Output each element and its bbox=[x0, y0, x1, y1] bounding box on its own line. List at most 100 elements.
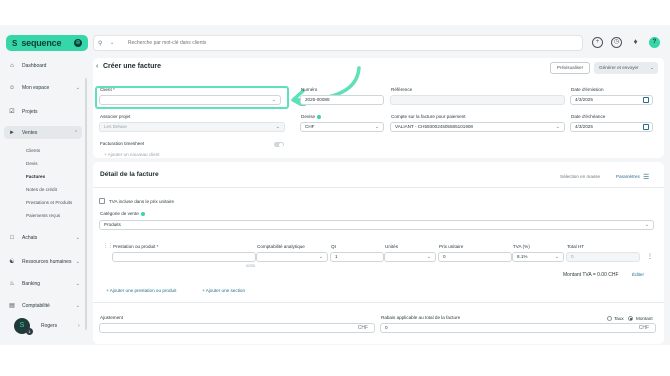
chevron-down-icon: ⌄ bbox=[426, 254, 431, 260]
preview-button[interactable]: Prévisualiser bbox=[550, 62, 590, 74]
char-counter: 0/255 bbox=[246, 264, 255, 268]
qty-input[interactable]: 1 bbox=[330, 252, 384, 262]
vat-value: 8.1% bbox=[517, 254, 528, 259]
sidebar-subitem-paiements[interactable]: Paiements reçus bbox=[26, 213, 60, 218]
sidebar-item-ventes[interactable]: ► Ventes ⌃ bbox=[4, 126, 82, 139]
unit-price-input[interactable]: 0 bbox=[438, 252, 512, 262]
info-icon[interactable] bbox=[140, 211, 145, 216]
sidebar-subitem-prestations[interactable]: Prestations et Produits bbox=[26, 200, 72, 205]
sidebar-item-achats[interactable]: □ Achats ⌄ bbox=[8, 235, 80, 241]
notification-badge: 1 bbox=[26, 328, 33, 335]
sequence-logo-icon: S bbox=[12, 38, 18, 48]
plus-circle-icon[interactable]: ⊕ bbox=[74, 39, 82, 47]
sidebar-subitem-factures[interactable]: Factures bbox=[26, 174, 45, 179]
sidebar-scrollbar[interactable] bbox=[85, 78, 87, 330]
calendar-icon[interactable] bbox=[643, 124, 649, 130]
add-line-link[interactable]: + Ajouter une prestation ou produit bbox=[106, 288, 176, 293]
units-select[interactable]: ⌄ bbox=[384, 252, 436, 262]
sidebar-item-mon-espace[interactable]: ☺ Mon espace ⌄ bbox=[8, 85, 80, 91]
sidebar-item-banking[interactable]: ♨ Banking ⌄ bbox=[8, 280, 80, 288]
info-icon[interactable] bbox=[317, 114, 322, 119]
brand-logo[interactable]: S sequence ⊕ bbox=[6, 35, 88, 51]
chevron-right-icon: › bbox=[78, 323, 80, 329]
associated-project-select[interactable]: Les Deluxe ⌄ bbox=[99, 122, 285, 132]
generate-send-label: Générer et envoyer bbox=[599, 65, 639, 70]
amount-option-label: Montant bbox=[636, 316, 653, 321]
amount-radio[interactable] bbox=[628, 316, 633, 321]
chevron-down-icon: ⌄ bbox=[555, 124, 560, 130]
search-input[interactable] bbox=[128, 40, 528, 46]
clock-icon[interactable]: ◷ bbox=[611, 37, 622, 48]
menu-lines-icon[interactable]: ☰ bbox=[643, 173, 649, 181]
hr-icon: ☯ bbox=[9, 259, 15, 265]
adjustment-label: Ajustement bbox=[100, 315, 123, 320]
sidebar-item-label: Banking bbox=[22, 280, 41, 287]
chevron-down-icon: ⌄ bbox=[374, 124, 379, 130]
vat-included-checkbox[interactable] bbox=[99, 198, 105, 204]
global-search[interactable]: ⚲ ⌄ bbox=[93, 35, 583, 51]
reference-label: Référence bbox=[391, 87, 413, 92]
timesheet-toggle[interactable] bbox=[274, 142, 284, 147]
page-title: Créer une facture bbox=[103, 63, 161, 70]
generate-send-button[interactable]: Générer et envoyer ⌄ bbox=[594, 62, 658, 74]
due-date-label: Date d'échéance bbox=[571, 114, 606, 119]
reference-field[interactable] bbox=[390, 95, 565, 105]
col-units: Unités bbox=[385, 244, 399, 249]
chevron-down-icon: ⌄ bbox=[275, 124, 280, 130]
bell-icon[interactable]: ♦ bbox=[630, 37, 641, 48]
user-icon: ☺ bbox=[8, 85, 16, 91]
sidebar-item-label: Mon espace bbox=[22, 85, 50, 91]
due-date-field[interactable]: 4/3/2025 bbox=[570, 122, 653, 132]
invoice-number-field[interactable]: 2025-00088 bbox=[300, 95, 384, 105]
rate-radio[interactable] bbox=[607, 316, 612, 321]
sidebar-item-dashboard[interactable]: ⌂ Dashboard bbox=[8, 63, 80, 69]
discount-input[interactable]: 0 CHF bbox=[380, 323, 656, 333]
sidebar-item-label: Achats bbox=[22, 235, 38, 241]
more-vertical-icon[interactable]: ⋮ bbox=[647, 253, 653, 260]
search-icon: ⚲ bbox=[98, 40, 103, 47]
col-analytics: Comptabilité analytique bbox=[257, 244, 305, 249]
add-client-link[interactable]: + Ajouter un nouveau client bbox=[104, 152, 160, 157]
product-input[interactable] bbox=[112, 252, 256, 262]
drag-handle-icon[interactable]: ⋮⋮ bbox=[103, 243, 113, 249]
sidebar-item-comptabilite[interactable]: ▤ Comptabilité ⌄ bbox=[8, 302, 80, 310]
sidebar-item-projets[interactable]: ☑ Projets bbox=[8, 108, 80, 116]
col-total: Total HT bbox=[567, 244, 585, 249]
bulk-select-link[interactable]: Sélection en masse bbox=[560, 174, 600, 179]
user-name: Rogers bbox=[41, 323, 58, 329]
chevron-down-icon: ⌄ bbox=[75, 302, 80, 309]
user-menu[interactable]: S1 Rogers › bbox=[14, 318, 80, 335]
adjustment-input[interactable]: CHF bbox=[99, 323, 375, 333]
chevron-down-icon: ⌄ bbox=[75, 258, 80, 265]
tag-icon: ► bbox=[9, 129, 15, 136]
number-label: Numéro bbox=[301, 87, 318, 92]
sidebar: ⌂ Dashboard ☺ Mon espace ⌄ ☑ Projets ► V… bbox=[0, 58, 88, 345]
discount-value: 0 bbox=[385, 325, 388, 330]
chevron-down-icon[interactable]: ⌄ bbox=[110, 40, 120, 46]
sidebar-item-rh[interactable]: ☯ Ressources humaines ⌄ bbox=[8, 258, 80, 266]
discount-label: Rabais applicable au total de la facture bbox=[381, 315, 461, 320]
add-circle-icon[interactable]: + bbox=[592, 37, 603, 48]
payment-account-select[interactable]: VALIANT - CH5930024505585101908 ⌄ bbox=[390, 122, 565, 132]
settings-link[interactable]: Paramètres bbox=[616, 174, 640, 179]
issue-date-field[interactable]: 4/3/2025 bbox=[570, 95, 653, 105]
add-section-link[interactable]: + Ajouter une section bbox=[202, 288, 245, 293]
edit-vat-link[interactable]: Éditer bbox=[632, 272, 644, 277]
sidebar-item-label: Ventes bbox=[22, 129, 38, 136]
sidebar-subitem-notes-de-credit[interactable]: Notes de crédit bbox=[26, 187, 57, 192]
col-vat: TVA (%) bbox=[513, 244, 530, 249]
payment-account-value: VALIANT - CH5930024505585101908 bbox=[395, 124, 473, 129]
help-avatar[interactable]: ? bbox=[649, 37, 660, 48]
back-arrow-icon[interactable]: ‹ bbox=[96, 63, 98, 70]
sales-category-value: Produits bbox=[104, 222, 121, 227]
account-label: Compte sur la facture pour paiement bbox=[391, 114, 466, 119]
sales-category-select[interactable]: Produits ⌄ bbox=[99, 220, 654, 230]
sidebar-subitem-devis[interactable]: Devis bbox=[26, 161, 38, 166]
vat-select[interactable]: 8.1% ⌄ bbox=[512, 252, 564, 262]
col-product: Prestation ou produit * bbox=[113, 244, 159, 249]
sidebar-subitem-clients[interactable]: Clients bbox=[26, 148, 40, 153]
calendar-icon[interactable] bbox=[643, 97, 649, 103]
currency-select[interactable]: CHF ⌄ bbox=[300, 122, 384, 132]
discount-currency: CHF bbox=[638, 325, 649, 331]
analytics-select[interactable]: ⌄ bbox=[256, 252, 328, 262]
